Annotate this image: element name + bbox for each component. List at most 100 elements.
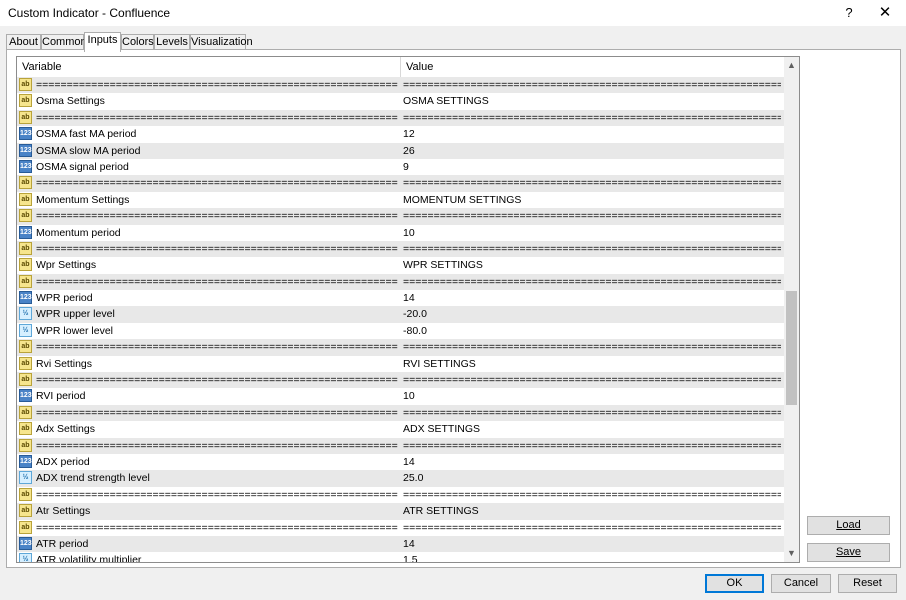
table-row[interactable]: ab ======================================… bbox=[17, 273, 784, 291]
value-cell[interactable]: -20.0 bbox=[403, 306, 781, 322]
variable-cell: RVI period bbox=[36, 390, 86, 403]
table-row[interactable]: 123 RVI period 10 bbox=[17, 388, 784, 405]
table-row[interactable]: ab Atr Settings ATR SETTINGS bbox=[17, 503, 784, 520]
scroll-thumb[interactable] bbox=[786, 291, 797, 405]
table-row[interactable]: ab ======================================… bbox=[17, 240, 784, 258]
value-cell[interactable]: ========================================… bbox=[403, 241, 781, 257]
table-row[interactable]: 123 OSMA fast MA period 12 bbox=[17, 126, 784, 143]
tab-about[interactable]: About bbox=[6, 34, 41, 50]
table-row[interactable]: 123 WPR period 14 bbox=[17, 290, 784, 307]
value-cell[interactable]: ========================================… bbox=[403, 208, 781, 224]
table-row[interactable]: 123 OSMA signal period 9 bbox=[17, 158, 784, 176]
title-bar: Custom Indicator - Confluence ? ✕ bbox=[0, 0, 906, 26]
cancel-button[interactable]: Cancel bbox=[771, 574, 831, 593]
value-cell[interactable]: 25.0 bbox=[403, 470, 781, 486]
value-cell[interactable]: ADX SETTINGS bbox=[403, 421, 781, 437]
value-cell[interactable]: MOMENTUM SETTINGS bbox=[403, 192, 781, 208]
vertical-scrollbar[interactable]: ▲ ▼ bbox=[784, 57, 799, 562]
load-button[interactable]: Load bbox=[807, 516, 890, 535]
scroll-up-icon[interactable]: ▲ bbox=[784, 57, 799, 74]
ok-button[interactable]: OK bbox=[705, 574, 764, 593]
value-cell[interactable]: ========================================… bbox=[403, 438, 781, 454]
table-row[interactable]: ab Momentum Settings MOMENTUM SETTINGS bbox=[17, 191, 784, 209]
table-row[interactable]: ab Adx Settings ADX SETTINGS bbox=[17, 421, 784, 438]
help-button[interactable]: ? bbox=[836, 3, 862, 23]
variable-cell: ========================================… bbox=[36, 177, 398, 190]
value-cell[interactable]: 14 bbox=[403, 536, 781, 552]
value-cell[interactable]: ========================================… bbox=[403, 77, 781, 93]
table-row[interactable]: ab ======================================… bbox=[17, 339, 784, 356]
table-row[interactable]: ½ WPR upper level -20.0 bbox=[17, 306, 784, 323]
value-cell[interactable]: ========================================… bbox=[403, 110, 781, 126]
value-cell[interactable]: 14 bbox=[403, 290, 781, 306]
table-row[interactable]: ab Osma Settings OSMA SETTINGS bbox=[17, 93, 784, 110]
string-type-icon: ab bbox=[19, 94, 32, 108]
table-row[interactable]: ab ======================================… bbox=[17, 372, 784, 389]
table-row[interactable]: ab ======================================… bbox=[17, 404, 784, 422]
table-row[interactable]: ab ======================================… bbox=[17, 175, 784, 192]
value-cell[interactable]: 1.5 bbox=[403, 552, 781, 562]
table-row[interactable]: ½ ADX trend strength level 25.0 bbox=[17, 470, 784, 487]
value-column-header[interactable]: Value bbox=[401, 57, 784, 77]
integer-type-icon: 123 bbox=[19, 225, 32, 239]
value-cell[interactable]: 14 bbox=[403, 454, 781, 470]
table-row[interactable]: ab ======================================… bbox=[17, 437, 784, 454]
integer-type-icon: 123 bbox=[19, 291, 32, 305]
load-button-label: Load bbox=[836, 519, 861, 531]
value-cell[interactable]: ========================================… bbox=[403, 372, 781, 388]
save-button[interactable]: Save bbox=[807, 543, 890, 562]
value-cell[interactable]: RVI SETTINGS bbox=[403, 356, 781, 372]
reset-button[interactable]: Reset bbox=[838, 574, 897, 593]
grid-rows: ab ======================================… bbox=[17, 77, 784, 562]
integer-type-icon: 123 bbox=[19, 159, 32, 173]
value-cell[interactable]: ========================================… bbox=[403, 274, 781, 290]
value-cell[interactable]: ========================================… bbox=[403, 405, 781, 421]
value-cell[interactable]: 9 bbox=[403, 159, 781, 175]
table-row[interactable]: ab Wpr Settings WPR SETTINGS bbox=[17, 257, 784, 274]
string-type-icon: ab bbox=[19, 438, 32, 452]
value-cell[interactable]: -80.0 bbox=[403, 323, 781, 339]
integer-type-icon: 123 bbox=[19, 389, 32, 403]
variable-cell: ========================================… bbox=[36, 210, 398, 223]
value-cell[interactable]: OSMA SETTINGS bbox=[403, 93, 781, 109]
table-row[interactable]: ½ ATR volatility multiplier 1.5 bbox=[17, 552, 784, 562]
table-row[interactable]: ab ======================================… bbox=[17, 109, 784, 127]
tab-common[interactable]: Common bbox=[41, 34, 87, 50]
table-row[interactable]: ab ======================================… bbox=[17, 77, 784, 94]
table-row[interactable]: 123 ATR period 14 bbox=[17, 535, 784, 553]
string-type-icon: ab bbox=[19, 192, 32, 206]
variable-cell: ADX trend strength level bbox=[36, 472, 150, 485]
table-row[interactable]: ab Rvi Settings RVI SETTINGS bbox=[17, 355, 784, 373]
value-cell[interactable]: 12 bbox=[403, 126, 781, 142]
value-cell[interactable]: 10 bbox=[403, 225, 781, 241]
value-cell[interactable]: 10 bbox=[403, 388, 781, 404]
variable-cell: Wpr Settings bbox=[36, 259, 97, 272]
value-cell[interactable]: WPR SETTINGS bbox=[403, 257, 781, 273]
value-cell[interactable]: 26 bbox=[403, 143, 781, 159]
tab-inputs[interactable]: Inputs bbox=[84, 32, 121, 52]
tab-visualization[interactable]: Visualization bbox=[190, 34, 253, 50]
value-cell[interactable]: ========================================… bbox=[403, 339, 781, 355]
variable-cell: ATR period bbox=[36, 537, 89, 550]
tab-levels[interactable]: Levels bbox=[154, 34, 190, 50]
scroll-down-icon[interactable]: ▼ bbox=[784, 545, 799, 562]
table-row[interactable]: ½ WPR lower level -80.0 bbox=[17, 322, 784, 340]
value-cell[interactable]: ATR SETTINGS bbox=[403, 503, 781, 519]
value-cell[interactable]: ========================================… bbox=[403, 175, 781, 191]
close-button[interactable]: ✕ bbox=[870, 3, 900, 23]
table-row[interactable]: ab ======================================… bbox=[17, 486, 784, 504]
tab-colors[interactable]: Colors bbox=[121, 34, 154, 50]
table-row[interactable]: ab ======================================… bbox=[17, 519, 784, 536]
value-cell[interactable]: ========================================… bbox=[403, 520, 781, 536]
integer-type-icon: 123 bbox=[19, 143, 32, 157]
variable-cell: ========================================… bbox=[36, 521, 398, 534]
table-row[interactable]: 123 OSMA slow MA period 26 bbox=[17, 142, 784, 159]
table-row[interactable]: 123 Momentum period 10 bbox=[17, 224, 784, 241]
variable-cell: OSMA slow MA period bbox=[36, 144, 141, 157]
value-cell[interactable]: ========================================… bbox=[403, 487, 781, 503]
inputs-grid: Variable Value ab =======================… bbox=[16, 56, 800, 563]
table-row[interactable]: ab ======================================… bbox=[17, 208, 784, 225]
variable-cell: Osma Settings bbox=[36, 95, 105, 108]
variable-column-header[interactable]: Variable bbox=[17, 57, 401, 77]
table-row[interactable]: 123 ADX period 14 bbox=[17, 453, 784, 471]
